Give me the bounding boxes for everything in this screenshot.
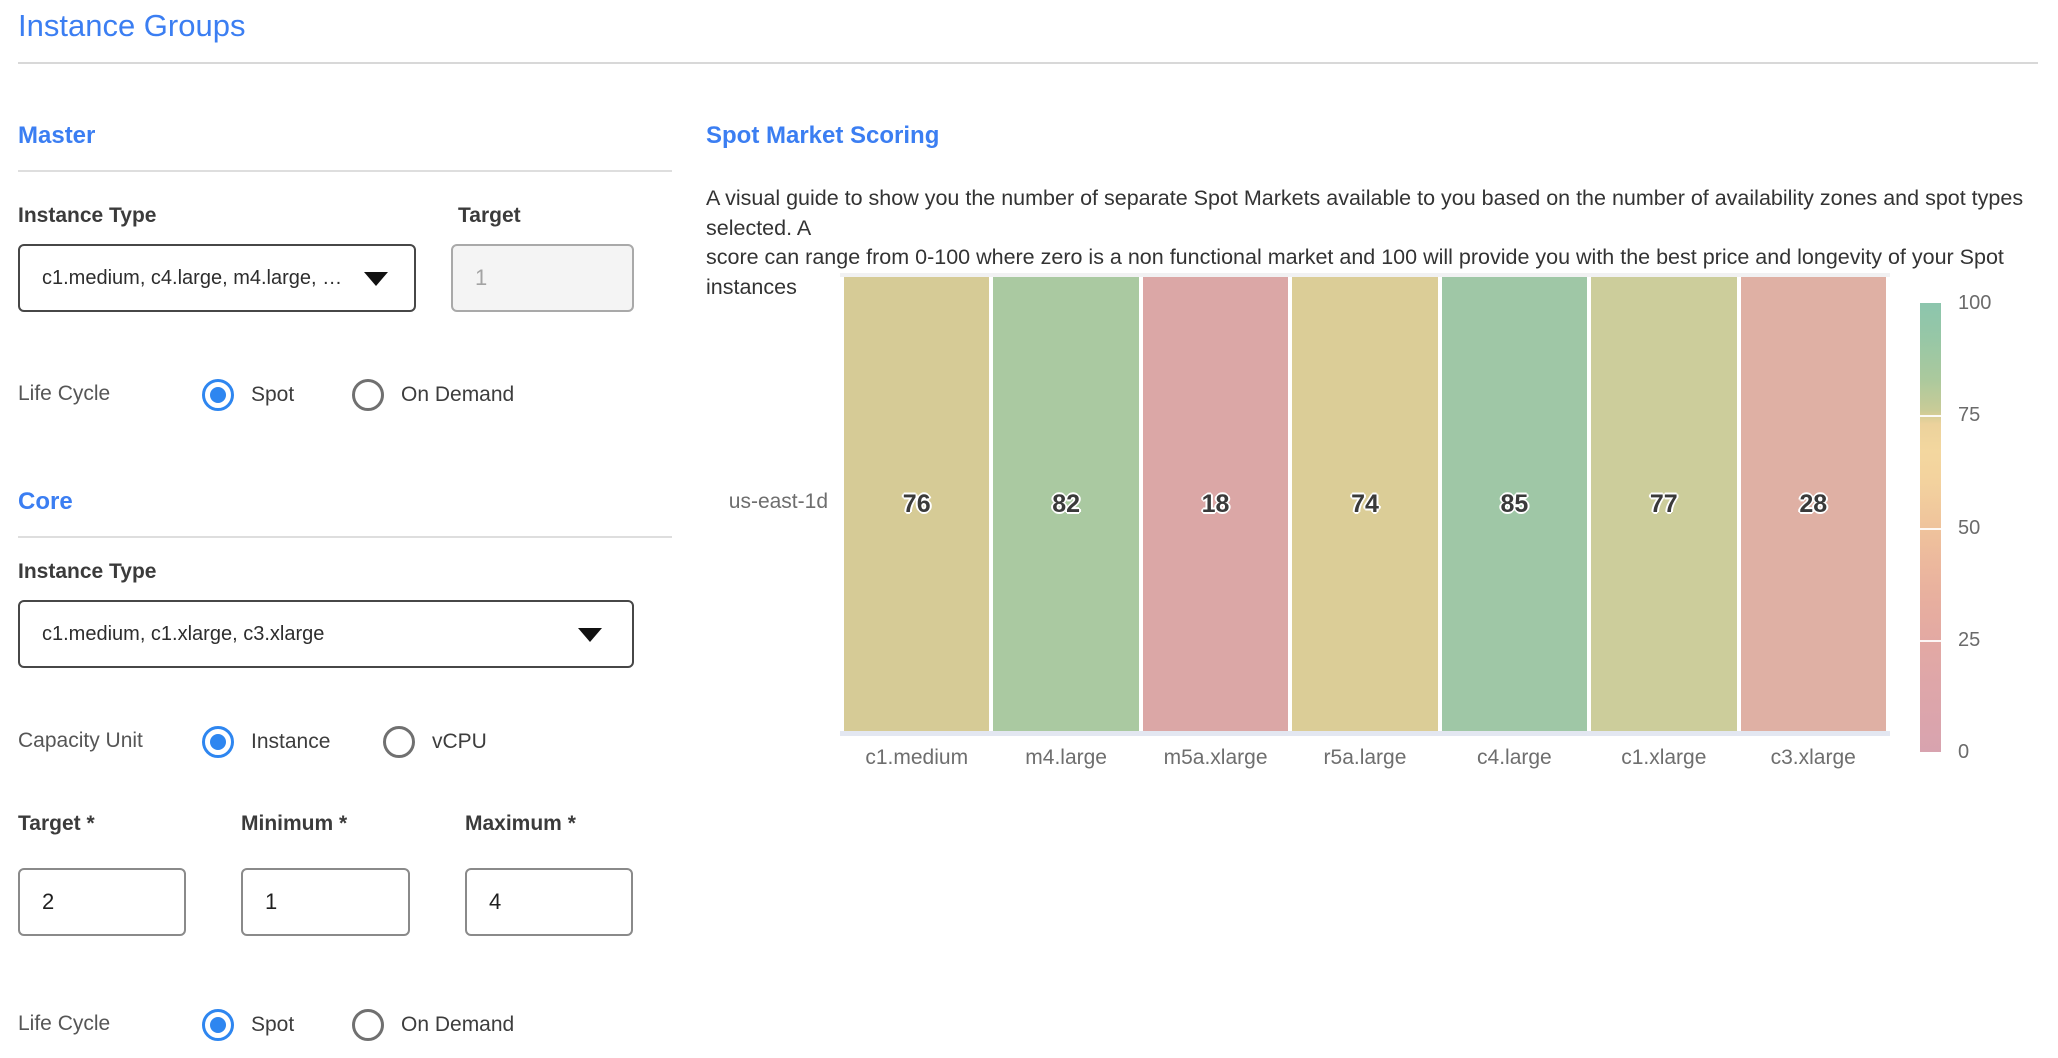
radio-option-instance[interactable]: Instance	[202, 726, 330, 758]
heatmap-x-label: c4.large	[1442, 746, 1587, 770]
heatmap-x-label: r5a.large	[1292, 746, 1437, 770]
radio-option-label: On Demand	[401, 383, 514, 407]
core-instance-type-label: Instance Type	[18, 560, 157, 584]
heatmap-x-label: c3.xlarge	[1741, 746, 1886, 770]
radio-option-on-demand[interactable]: On Demand	[352, 379, 514, 411]
heatmap-cell: 18	[1143, 277, 1288, 731]
chevron-down-icon	[578, 628, 602, 642]
radio-unselected-icon	[352, 379, 384, 411]
heatmap: 76 82 18 74 85 77 28	[844, 277, 1886, 731]
radio-option-spot[interactable]: Spot	[202, 379, 294, 411]
core-minimum-label: Minimum *	[241, 812, 347, 836]
radio-option-label: Spot	[251, 383, 294, 407]
heatmap-cell-value: 28	[1799, 490, 1827, 519]
master-section-heading: Master	[18, 122, 95, 150]
core-minimum-input[interactable]	[241, 868, 410, 936]
core-instance-type-select[interactable]: c1.medium, c1.xlarge, c3.xlarge	[18, 600, 634, 668]
radio-option-on-demand[interactable]: On Demand	[352, 1009, 514, 1041]
core-life-cycle-row: Life Cycle Spot On Demand	[18, 1009, 672, 1043]
heatmap-cell: 76	[844, 277, 989, 731]
core-target-input[interactable]	[18, 868, 186, 936]
chevron-down-icon	[364, 272, 388, 286]
heatmap-cell: 85	[1442, 277, 1587, 731]
heatmap-cell-value: 74	[1351, 490, 1379, 519]
master-instance-type-value: c1.medium, c4.large, m4.large, …	[42, 267, 342, 290]
instance-groups-page: Instance Groups Master Instance Type Tar…	[0, 0, 2058, 1058]
core-divider	[18, 536, 672, 538]
colorbar-tick-label: 25	[1958, 630, 1980, 650]
core-capacity-unit-label: Capacity Unit	[18, 729, 143, 753]
colorbar-separator	[1920, 528, 1941, 530]
heatmap-cell-value: 77	[1650, 490, 1678, 519]
master-divider	[18, 170, 672, 172]
spot-market-scoring-panel: Spot Market Scoring A visual guide to sh…	[706, 0, 2058, 1058]
spot-market-heading: Spot Market Scoring	[706, 122, 939, 150]
radio-option-vcpu[interactable]: vCPU	[383, 726, 487, 758]
heatmap-cell-value: 82	[1052, 490, 1080, 519]
radio-selected-icon	[202, 1009, 234, 1041]
core-capacity-unit-row: Capacity Unit Instance vCPU	[18, 726, 672, 760]
colorbar-tick-label: 50	[1958, 518, 1980, 538]
instance-groups-form: Master Instance Type Target c1.medium, c…	[18, 0, 672, 1058]
heatmap-x-label: m4.large	[993, 746, 1138, 770]
radio-option-label: Spot	[251, 1013, 294, 1037]
heatmap-cell-value: 85	[1500, 490, 1528, 519]
heatmap-cell-value: 76	[903, 490, 931, 519]
core-life-cycle-label: Life Cycle	[18, 1012, 110, 1036]
master-life-cycle-label: Life Cycle	[18, 382, 110, 406]
master-instance-type-select[interactable]: c1.medium, c4.large, m4.large, …	[18, 244, 416, 312]
colorbar-separator	[1920, 640, 1941, 642]
heatmap-x-axis: c1.mediumm4.largem5a.xlarger5a.largec4.l…	[844, 746, 1886, 770]
colorbar-separator	[1920, 415, 1941, 417]
master-target-label: Target	[458, 204, 521, 228]
core-maximum-label: Maximum *	[465, 812, 576, 836]
heatmap-row-label: us-east-1d	[706, 490, 828, 514]
core-section-heading: Core	[18, 488, 73, 516]
core-maximum-input[interactable]	[465, 868, 633, 936]
radio-selected-icon	[202, 726, 234, 758]
master-instance-type-label: Instance Type	[18, 204, 157, 228]
radio-option-label: On Demand	[401, 1013, 514, 1037]
heatmap-cell: 74	[1292, 277, 1437, 731]
colorbar-tick-label: 0	[1958, 742, 1969, 762]
heatmap-cell: 77	[1591, 277, 1736, 731]
heatmap-x-label: c1.medium	[844, 746, 989, 770]
heatmap-cell-value: 18	[1202, 490, 1230, 519]
radio-option-label: Instance	[251, 730, 330, 754]
radio-unselected-icon	[352, 1009, 384, 1041]
heatmap-cell: 28	[1741, 277, 1886, 731]
description-line: A visual guide to show you the number of…	[706, 184, 2042, 243]
colorbar-tick-label: 100	[1958, 293, 1991, 313]
heatmap-bottom-edge	[840, 731, 1890, 736]
heatmap-x-label: c1.xlarge	[1591, 746, 1736, 770]
colorbar	[1920, 303, 1941, 752]
master-life-cycle-row: Life Cycle Spot On Demand	[18, 379, 672, 413]
radio-option-spot[interactable]: Spot	[202, 1009, 294, 1041]
radio-option-label: vCPU	[432, 730, 487, 754]
radio-unselected-icon	[383, 726, 415, 758]
core-target-label: Target *	[18, 812, 95, 836]
radio-selected-icon	[202, 379, 234, 411]
master-target-input	[451, 244, 634, 312]
colorbar-tick-label: 75	[1958, 405, 1980, 425]
heatmap-cell: 82	[993, 277, 1138, 731]
heatmap-x-label: m5a.xlarge	[1143, 746, 1288, 770]
core-instance-type-value: c1.medium, c1.xlarge, c3.xlarge	[42, 623, 324, 646]
